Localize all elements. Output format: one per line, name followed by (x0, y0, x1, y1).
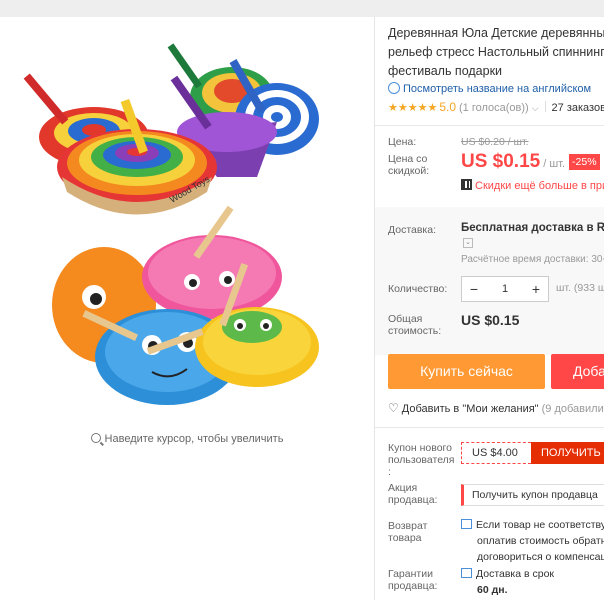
current-price: US $0.15 (461, 151, 541, 172)
wishlist-text[interactable]: Добавить в "Мои желания" (402, 403, 539, 415)
star-rating-icon: ★★★★★ (388, 102, 438, 114)
app-discount-text[interactable]: Скидки ещё больше в приложении (475, 180, 604, 192)
orders-count: 27 заказов (551, 102, 604, 114)
add-to-wishlist-link[interactable]: ♡ Добавить в "Мои желания" (9 добавили) (388, 401, 604, 415)
return-line: оплатив стоимость обратной доставки или (477, 535, 604, 547)
price-label: Цена: (388, 136, 417, 148)
top-pink-animal (142, 205, 282, 319)
separator (544, 101, 546, 112)
buy-now-button[interactable]: Купить сейчас (388, 354, 545, 389)
truck-icon (461, 568, 472, 578)
title-line: фестиваль подарки (388, 64, 503, 78)
rating-score: 5.0 (439, 100, 456, 114)
seller-coupon-button[interactable]: Получить купон продавца (461, 484, 604, 506)
product-info: Деревянная Юла Детские деревянные рельеф… (375, 17, 604, 600)
old-price: US $0.20 / шт. (461, 136, 529, 148)
translate-link-text[interactable]: Посмотреть название на английском (403, 83, 591, 95)
divider (375, 125, 604, 126)
top-bar (0, 0, 604, 17)
new-user-coupon-amount: US $4.00 (461, 442, 531, 464)
qr-code-icon (461, 179, 472, 190)
app-discount-link[interactable]: Скидки ещё больше в приложении (461, 179, 604, 192)
price-row: US $0.15/ шт. -25% (461, 151, 600, 173)
add-to-cart-button[interactable]: Добавить в корзину (551, 354, 604, 389)
total-label: Общая стоимость: (388, 313, 442, 337)
discount-price-label: Цена со скидкой: (388, 153, 430, 177)
return-policy: Если товар не соответствует описанию, оп… (461, 517, 604, 565)
shipping-label: Доставка: (388, 224, 437, 236)
guarantee-line: Доставка в срок (476, 568, 555, 580)
zoom-hint: Наведите курсор, чтобы увеличить (0, 433, 374, 445)
chevron-down-icon[interactable]: ⌄ (463, 238, 473, 248)
wishlist-count: (9 добавили) (541, 403, 604, 415)
delivery-time: Расчётное время доставки: 30-52 дн. (461, 254, 604, 265)
guarantee-label: Гарантии продавца: (388, 568, 438, 592)
return-line: договориться о компенсации с продавцом (477, 551, 604, 563)
return-label: Возврат товара (388, 520, 428, 544)
title-line: Деревянная Юла Детские деревянные (388, 26, 604, 40)
quantity-stepper[interactable]: − 1 + (461, 276, 549, 302)
price-unit: / шт. (543, 158, 566, 170)
chevron-down-icon[interactable]: ⌵ (532, 103, 539, 113)
translate-link[interactable]: Посмотреть название на английском (388, 82, 591, 95)
guarantee-days: 60 дн. (477, 584, 508, 596)
rating-row: ★★★★★ 5.0 (1 голоса(ов)) ⌵ 27 заказов (388, 100, 604, 114)
new-user-coupon-label: Купон нового пользователя : (388, 442, 455, 478)
quantity-increase-button[interactable]: + (524, 277, 548, 301)
divider (375, 427, 604, 428)
translate-icon (388, 82, 400, 94)
return-icon (461, 519, 472, 529)
guarantee-info: Доставка в срок 60 дн. (461, 566, 554, 598)
rating-votes[interactable]: (1 голоса(ов)) (459, 102, 529, 114)
new-user-coupon: US $4.00 ПОЛУЧИТЬ (461, 442, 604, 464)
discount-badge: -25% (569, 154, 600, 170)
seller-promo-label: Акция продавца: (388, 482, 438, 506)
product-image[interactable]: Wood Toys (22, 27, 352, 417)
product-gallery: Wood Toys Наведите курсор, чтобы увеличи… (0, 17, 374, 600)
quantity-label: Количество: (388, 283, 448, 295)
magnifier-icon (90, 433, 101, 443)
total-value: US $0.15 (461, 312, 520, 328)
heart-plus-icon: ♡ (388, 401, 399, 415)
quantity-decrease-button[interactable]: − (462, 277, 486, 301)
quantity-input[interactable]: 1 (486, 283, 524, 295)
get-coupon-button[interactable]: ПОЛУЧИТЬ (531, 442, 604, 464)
product-title: Деревянная Юла Детские деревянные рельеф… (388, 24, 604, 81)
zoom-hint-text: Наведите курсор, чтобы увеличить (104, 433, 284, 445)
return-line: Если товар не соответствует описанию, (476, 519, 604, 531)
title-line: рельеф стресс Настольный спиннинг (388, 45, 604, 59)
quantity-available: шт. (933 шт. доступно) (556, 282, 604, 294)
shipping-value: Бесплатная доставка в Russian Federation (461, 222, 604, 234)
